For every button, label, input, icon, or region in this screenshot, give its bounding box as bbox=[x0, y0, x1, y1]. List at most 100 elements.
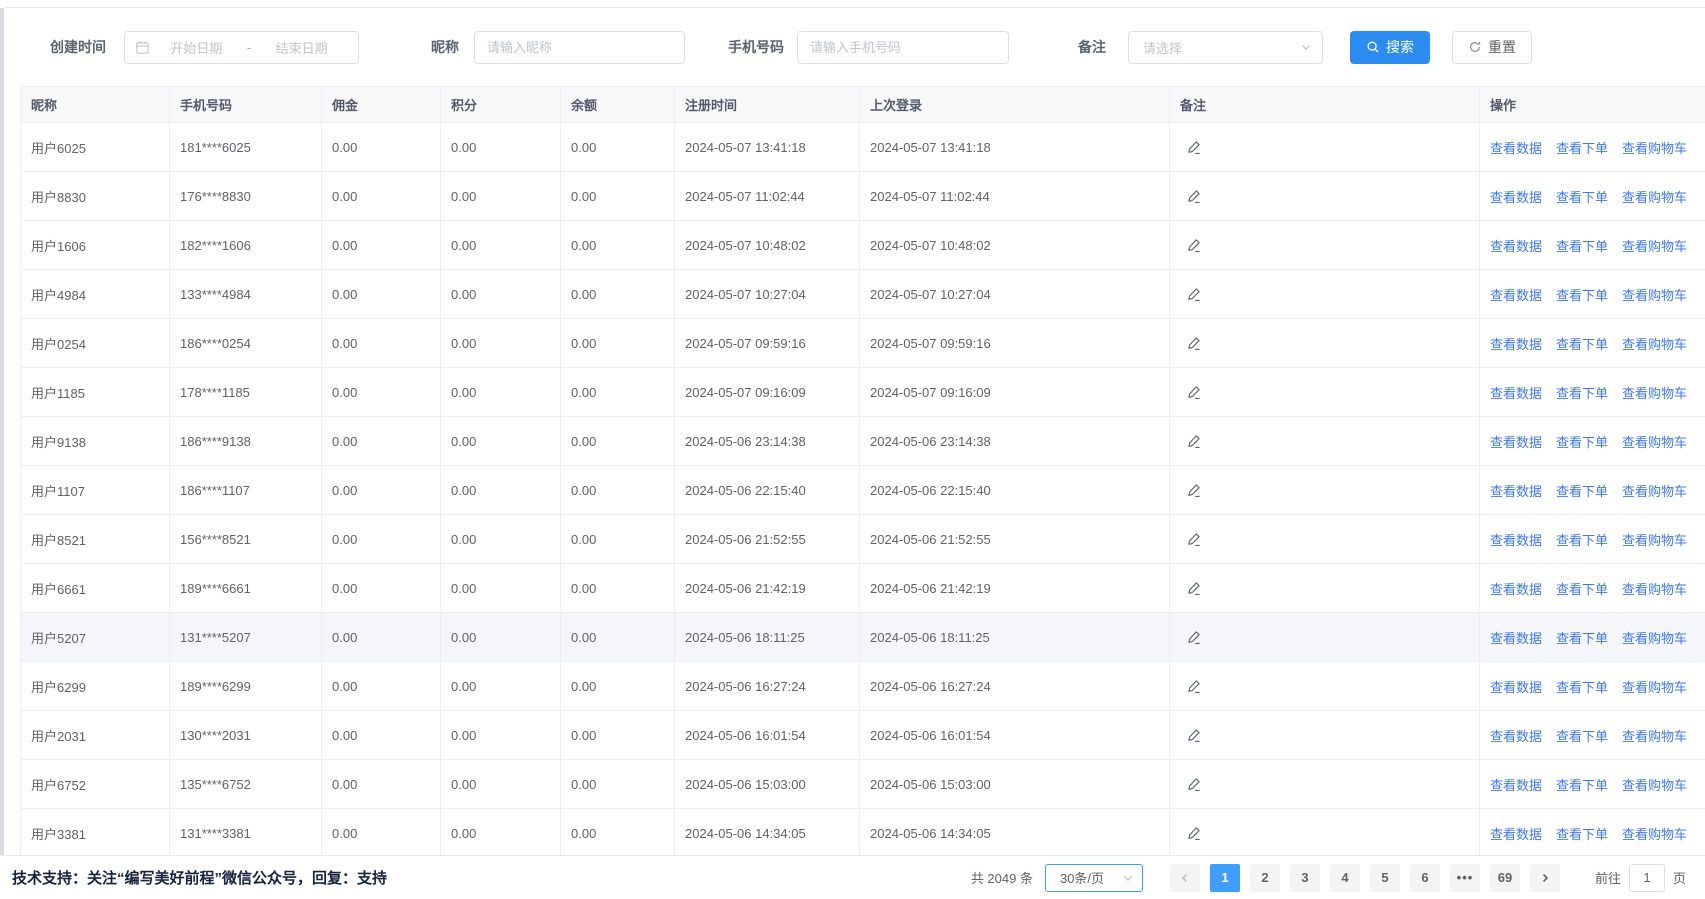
cell-last-login: 2024-05-07 11:02:44 bbox=[860, 172, 1170, 221]
view-orders-link[interactable]: 查看下单 bbox=[1556, 680, 1608, 695]
total-count: 共 2049 条 bbox=[971, 868, 1033, 887]
cell-commission: 0.00 bbox=[322, 221, 441, 270]
cell-phone: 133****4984 bbox=[170, 270, 322, 319]
edit-remark-icon[interactable] bbox=[1184, 529, 1204, 549]
edit-remark-icon[interactable] bbox=[1184, 480, 1204, 500]
cell-last-login: 2024-05-06 21:42:19 bbox=[860, 564, 1170, 613]
phone-input[interactable] bbox=[798, 32, 1008, 63]
view-cart-link[interactable]: 查看购物车 bbox=[1622, 631, 1687, 646]
search-button[interactable]: 搜索 bbox=[1350, 31, 1430, 64]
view-cart-link[interactable]: 查看购物车 bbox=[1622, 337, 1687, 352]
view-orders-link[interactable]: 查看下单 bbox=[1556, 386, 1608, 401]
page-number-button[interactable]: 1 bbox=[1210, 864, 1240, 892]
edit-remark-icon[interactable] bbox=[1184, 676, 1204, 696]
view-data-link[interactable]: 查看数据 bbox=[1490, 484, 1542, 499]
view-data-link[interactable]: 查看数据 bbox=[1490, 778, 1542, 793]
view-cart-link[interactable]: 查看购物车 bbox=[1622, 435, 1687, 450]
cell-last-login: 2024-05-07 09:59:16 bbox=[860, 319, 1170, 368]
edit-remark-icon[interactable] bbox=[1184, 235, 1204, 255]
view-cart-link[interactable]: 查看购物车 bbox=[1622, 778, 1687, 793]
edit-remark-icon[interactable] bbox=[1184, 774, 1204, 794]
view-data-link[interactable]: 查看数据 bbox=[1490, 680, 1542, 695]
next-page-button[interactable] bbox=[1530, 864, 1560, 892]
edit-remark-icon[interactable] bbox=[1184, 284, 1204, 304]
prev-page-button[interactable] bbox=[1170, 864, 1200, 892]
view-data-link[interactable]: 查看数据 bbox=[1490, 288, 1542, 303]
table-row: 用户8521156****85210.000.000.002024-05-06 … bbox=[21, 515, 1705, 564]
cell-commission: 0.00 bbox=[322, 319, 441, 368]
cell-nickname: 用户6752 bbox=[21, 760, 170, 809]
view-cart-link[interactable]: 查看购物车 bbox=[1622, 190, 1687, 205]
view-cart-link[interactable]: 查看购物车 bbox=[1622, 239, 1687, 254]
view-orders-link[interactable]: 查看下单 bbox=[1556, 435, 1608, 450]
table-row: 用户3381131****33810.000.000.002024-05-06 … bbox=[21, 809, 1705, 858]
view-orders-link[interactable]: 查看下单 bbox=[1556, 141, 1608, 156]
view-orders-link[interactable]: 查看下单 bbox=[1556, 533, 1608, 548]
reset-button-label: 重置 bbox=[1488, 37, 1516, 57]
page-number-button[interactable]: 4 bbox=[1330, 864, 1360, 892]
view-data-link[interactable]: 查看数据 bbox=[1490, 190, 1542, 205]
edit-remark-icon[interactable] bbox=[1184, 725, 1204, 745]
view-data-link[interactable]: 查看数据 bbox=[1490, 141, 1542, 156]
view-orders-link[interactable]: 查看下单 bbox=[1556, 631, 1608, 646]
edit-remark-icon[interactable] bbox=[1184, 186, 1204, 206]
view-orders-link[interactable]: 查看下单 bbox=[1556, 288, 1608, 303]
view-orders-link[interactable]: 查看下单 bbox=[1556, 827, 1608, 842]
goto-unit: 页 bbox=[1673, 868, 1686, 887]
view-cart-link[interactable]: 查看购物车 bbox=[1622, 288, 1687, 303]
left-edge-strip bbox=[0, 8, 4, 856]
cell-remark bbox=[1170, 809, 1480, 858]
cell-register-time: 2024-05-06 21:42:19 bbox=[675, 564, 860, 613]
view-cart-link[interactable]: 查看购物车 bbox=[1622, 533, 1687, 548]
page-number-button[interactable]: 3 bbox=[1290, 864, 1320, 892]
view-data-link[interactable]: 查看数据 bbox=[1490, 435, 1542, 450]
view-orders-link[interactable]: 查看下单 bbox=[1556, 239, 1608, 254]
pager-more-button[interactable]: ••• bbox=[1450, 864, 1480, 892]
table-row: 用户9138186****91380.000.000.002024-05-06 … bbox=[21, 417, 1705, 466]
edit-remark-icon[interactable] bbox=[1184, 578, 1204, 598]
cell-nickname: 用户6025 bbox=[21, 123, 170, 172]
nickname-input[interactable] bbox=[475, 32, 684, 63]
cell-points: 0.00 bbox=[441, 172, 561, 221]
page-size-select[interactable]: 30条/页 bbox=[1045, 864, 1143, 892]
view-data-link[interactable]: 查看数据 bbox=[1490, 827, 1542, 842]
view-data-link[interactable]: 查看数据 bbox=[1490, 582, 1542, 597]
view-data-link[interactable]: 查看数据 bbox=[1490, 239, 1542, 254]
view-orders-link[interactable]: 查看下单 bbox=[1556, 778, 1608, 793]
view-data-link[interactable]: 查看数据 bbox=[1490, 386, 1542, 401]
goto-page-input[interactable] bbox=[1629, 864, 1665, 892]
view-cart-link[interactable]: 查看购物车 bbox=[1622, 141, 1687, 156]
view-cart-link[interactable]: 查看购物车 bbox=[1622, 484, 1687, 499]
view-cart-link[interactable]: 查看购物车 bbox=[1622, 582, 1687, 597]
page-number-button[interactable]: 69 bbox=[1490, 864, 1520, 892]
edit-remark-icon[interactable] bbox=[1184, 627, 1204, 647]
view-orders-link[interactable]: 查看下单 bbox=[1556, 729, 1608, 744]
page-number-button[interactable]: 5 bbox=[1370, 864, 1400, 892]
edit-remark-icon[interactable] bbox=[1184, 137, 1204, 157]
view-data-link[interactable]: 查看数据 bbox=[1490, 631, 1542, 646]
edit-remark-icon[interactable] bbox=[1184, 823, 1204, 843]
cell-phone: 178****1185 bbox=[170, 368, 322, 417]
column-header: 注册时间 bbox=[675, 87, 860, 123]
view-cart-link[interactable]: 查看购物车 bbox=[1622, 729, 1687, 744]
view-cart-link[interactable]: 查看购物车 bbox=[1622, 680, 1687, 695]
view-orders-link[interactable]: 查看下单 bbox=[1556, 337, 1608, 352]
cell-points: 0.00 bbox=[441, 809, 561, 858]
view-orders-link[interactable]: 查看下单 bbox=[1556, 582, 1608, 597]
view-orders-link[interactable]: 查看下单 bbox=[1556, 484, 1608, 499]
page-number-button[interactable]: 2 bbox=[1250, 864, 1280, 892]
pagination: 共 2049 条 30条/页 123456 ••• 69 bbox=[971, 864, 1686, 892]
edit-remark-icon[interactable] bbox=[1184, 431, 1204, 451]
page-number-button[interactable]: 6 bbox=[1410, 864, 1440, 892]
view-cart-link[interactable]: 查看购物车 bbox=[1622, 827, 1687, 842]
date-range-input[interactable]: 开始日期 - 结束日期 bbox=[124, 31, 359, 64]
view-data-link[interactable]: 查看数据 bbox=[1490, 729, 1542, 744]
remark-select[interactable]: 请选择 bbox=[1128, 31, 1323, 64]
view-data-link[interactable]: 查看数据 bbox=[1490, 337, 1542, 352]
view-data-link[interactable]: 查看数据 bbox=[1490, 533, 1542, 548]
edit-remark-icon[interactable] bbox=[1184, 333, 1204, 353]
view-cart-link[interactable]: 查看购物车 bbox=[1622, 386, 1687, 401]
edit-remark-icon[interactable] bbox=[1184, 382, 1204, 402]
view-orders-link[interactable]: 查看下单 bbox=[1556, 190, 1608, 205]
reset-button[interactable]: 重置 bbox=[1452, 31, 1532, 64]
